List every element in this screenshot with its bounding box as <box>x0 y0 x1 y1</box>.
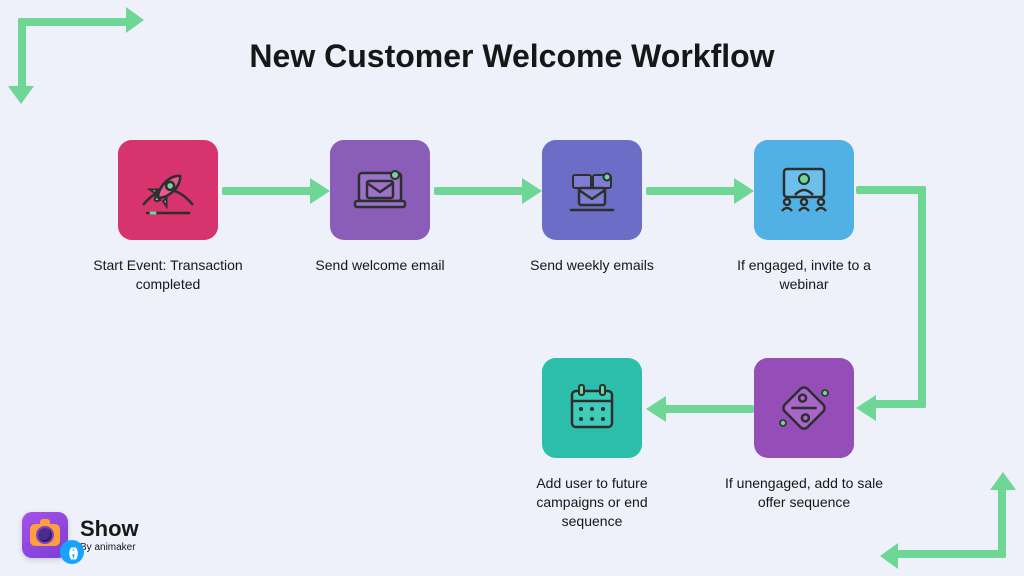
brand-logo: ((•)) Show By animaker <box>22 512 139 558</box>
step-card <box>118 140 218 240</box>
logo-badge: ((•)) <box>22 512 68 558</box>
diagram-title: New Customer Welcome Workflow <box>0 38 1024 75</box>
step-card <box>542 358 642 458</box>
step-invite-webinar: If engaged, invite to a webinar <box>714 140 894 294</box>
broadcast-icon: ((•)) <box>60 540 84 564</box>
logo-byline: By animaker <box>80 542 139 553</box>
step-start-event: Start Event: Transaction completed <box>78 140 258 294</box>
step-card <box>754 358 854 458</box>
arrow-1-2 <box>222 186 330 196</box>
step-sale-offer: If unengaged, add to sale offer sequence <box>714 358 894 512</box>
logo-text: Show By animaker <box>80 518 139 553</box>
step-card <box>754 140 854 240</box>
camera-icon <box>30 524 60 546</box>
tag-icon <box>769 373 839 443</box>
step-welcome-email: Send welcome email <box>290 140 470 275</box>
step-label: Send weekly emails <box>524 256 660 275</box>
step-label: If unengaged, add to sale offer sequence <box>714 474 894 512</box>
envelopes-icon <box>557 155 627 225</box>
rocket-icon <box>133 155 203 225</box>
step-weekly-emails: Send weekly emails <box>502 140 682 275</box>
calendar-icon <box>557 373 627 443</box>
webinar-icon <box>769 155 839 225</box>
arrow-3-4 <box>646 186 754 196</box>
logo-brand-name: Show <box>80 518 139 540</box>
arrow-2-3 <box>434 186 542 196</box>
step-label: If engaged, invite to a webinar <box>714 256 894 294</box>
step-label: Start Event: Transaction completed <box>78 256 258 294</box>
step-card <box>542 140 642 240</box>
step-label: Send welcome email <box>309 256 450 275</box>
laptop-mail-icon <box>345 155 415 225</box>
step-label: Add user to future campaigns or end sequ… <box>502 474 682 531</box>
step-future-campaigns: Add user to future campaigns or end sequ… <box>502 358 682 531</box>
step-card <box>330 140 430 240</box>
arrow-5-6 <box>646 404 754 414</box>
